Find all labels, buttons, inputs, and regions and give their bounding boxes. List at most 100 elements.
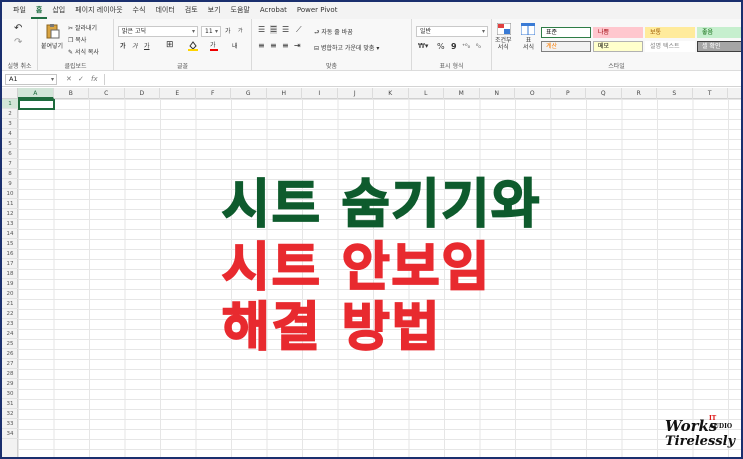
decimal-icon[interactable]: ⁺⁰₀ [462,43,470,50]
tab-3[interactable]: 페이지 레이아웃 [70,2,127,19]
table-format-icon[interactable] [520,22,536,37]
column-header-d[interactable]: D [125,88,160,99]
row-header-20[interactable]: 20 [2,289,18,299]
row-header-33[interactable]: 33 [2,419,18,429]
cell-style-0[interactable]: 표준 [541,27,591,38]
row-header-22[interactable]: 22 [2,309,18,319]
row-header-29[interactable]: 29 [2,379,18,389]
row-header-34[interactable]: 34 [2,429,18,439]
select-all-button[interactable] [2,88,18,99]
row-header-30[interactable]: 30 [2,389,18,399]
italic-button[interactable]: 가 [132,41,138,50]
cut-button[interactable]: ✂ 잘라내기 [68,23,97,32]
align-center-icon[interactable]: ≡ [270,41,277,50]
row-header-7[interactable]: 7 [2,159,18,169]
tab-10[interactable]: Power Pivot [292,2,343,19]
confirm-icon[interactable]: ✓ [78,74,84,85]
column-header-r[interactable]: R [622,88,657,99]
tab-2[interactable]: 삽입 [47,2,70,19]
tab-1[interactable]: 홈 [30,3,48,19]
column-header-p[interactable]: P [551,88,586,99]
row-header-21[interactable]: 21 [2,299,18,309]
font-name-select[interactable]: 맑은 고딕 ▾ [118,26,198,37]
tab-4[interactable]: 수식 [128,2,151,19]
column-header-c[interactable]: C [89,88,125,99]
row-header-32[interactable]: 32 [2,409,18,419]
row-header-11[interactable]: 11 [2,199,18,209]
row-header-25[interactable]: 25 [2,339,18,349]
column-header-q[interactable]: Q [586,88,622,99]
column-header-h[interactable]: H [267,88,302,99]
align-right-icon[interactable]: ≡ [282,41,289,50]
tab-5[interactable]: 데이터 [150,2,179,19]
row-header-24[interactable]: 24 [2,329,18,339]
phonetic-button[interactable]: 내 [232,41,238,50]
column-header-a[interactable]: A [18,88,54,99]
align-middle-icon[interactable]: ☰ [270,25,278,34]
column-header-e[interactable]: E [160,88,196,99]
row-header-2[interactable]: 2 [2,109,18,119]
table-format-button[interactable]: 표 서식 [523,37,534,51]
undo-icon[interactable]: ↶ [14,23,22,34]
redo-icon[interactable]: ↷ [14,37,22,48]
cell-style-5[interactable]: 메모 [593,41,643,52]
percent-button[interactable]: % [437,42,445,51]
align-left-icon[interactable]: ≡ [258,41,265,50]
currency-icon[interactable]: ₩▾ [418,42,428,50]
comma-button[interactable]: 9 [451,42,457,51]
paste-button[interactable]: 붙여넣기 [41,41,63,50]
format-painter-button[interactable]: ✎ 서식 복사 [68,47,99,56]
column-header-o[interactable]: O [515,88,551,99]
row-header-18[interactable]: 18 [2,269,18,279]
selected-cell-a1[interactable] [18,99,55,110]
column-header-b[interactable]: B [54,88,89,99]
cell-style-4[interactable]: 계산 [541,41,591,52]
row-header-16[interactable]: 16 [2,249,18,259]
fill-color-icon[interactable] [188,40,198,53]
column-header-t[interactable]: T [693,88,728,99]
cell-style-1[interactable]: 나쁨 [593,27,643,38]
align-top-icon[interactable]: ☰ [258,25,265,34]
cell-style-7[interactable]: 셀 확인 [697,41,741,52]
insert-function-icon[interactable]: fx [91,74,98,85]
row-header-3[interactable]: 3 [2,119,18,129]
wrap-text-button[interactable]: ⮐ 자동 줄 바꿈 [314,27,353,38]
tab-6[interactable]: 검토 [180,2,203,19]
row-header-23[interactable]: 23 [2,319,18,329]
row-header-1[interactable]: 1 [2,99,18,109]
orientation-icon[interactable]: ⟋ [296,25,302,35]
column-header-k[interactable]: K [373,88,409,99]
row-header-10[interactable]: 10 [2,189,18,199]
row-header-27[interactable]: 27 [2,359,18,369]
row-header-12[interactable]: 12 [2,209,18,219]
row-header-9[interactable]: 9 [2,179,18,189]
column-header-f[interactable]: F [196,88,231,99]
row-header-28[interactable]: 28 [2,369,18,379]
row-header-15[interactable]: 15 [2,239,18,249]
cell-style-6[interactable]: 설명 텍스트 [645,41,695,52]
font-color-button[interactable]: 가 [210,40,218,51]
row-header-17[interactable]: 17 [2,259,18,269]
decimal-decrease-icon[interactable]: ⁰₀ [476,43,481,50]
row-header-26[interactable]: 26 [2,349,18,359]
cell-style-3[interactable]: 좋음 [697,27,741,38]
name-box[interactable]: A1 ▾ [5,74,57,85]
font-shrink-button[interactable]: 가 [238,27,243,34]
row-header-14[interactable]: 14 [2,229,18,239]
row-header-4[interactable]: 4 [2,129,18,139]
align-bottom-icon[interactable]: ☰ [282,25,289,34]
conditional-format-button[interactable]: 조건부 서식 [495,37,512,51]
paste-icon[interactable] [44,23,60,41]
formula-input[interactable] [104,74,741,85]
indent-icon[interactable]: ⇥ [294,41,301,50]
tab-9[interactable]: Acrobat [255,2,292,19]
tab-0[interactable]: 파일 [8,2,31,19]
row-header-13[interactable]: 13 [2,219,18,229]
cancel-icon[interactable]: ✕ [66,74,72,85]
column-header-s[interactable]: S [657,88,693,99]
column-header-l[interactable]: L [409,88,444,99]
merge-center-button[interactable]: ⊟ 병합하고 가운데 맞춤 ▾ [314,43,379,52]
column-header-g[interactable]: G [231,88,267,99]
column-header-i[interactable]: I [302,88,338,99]
conditional-format-icon[interactable] [496,22,512,37]
